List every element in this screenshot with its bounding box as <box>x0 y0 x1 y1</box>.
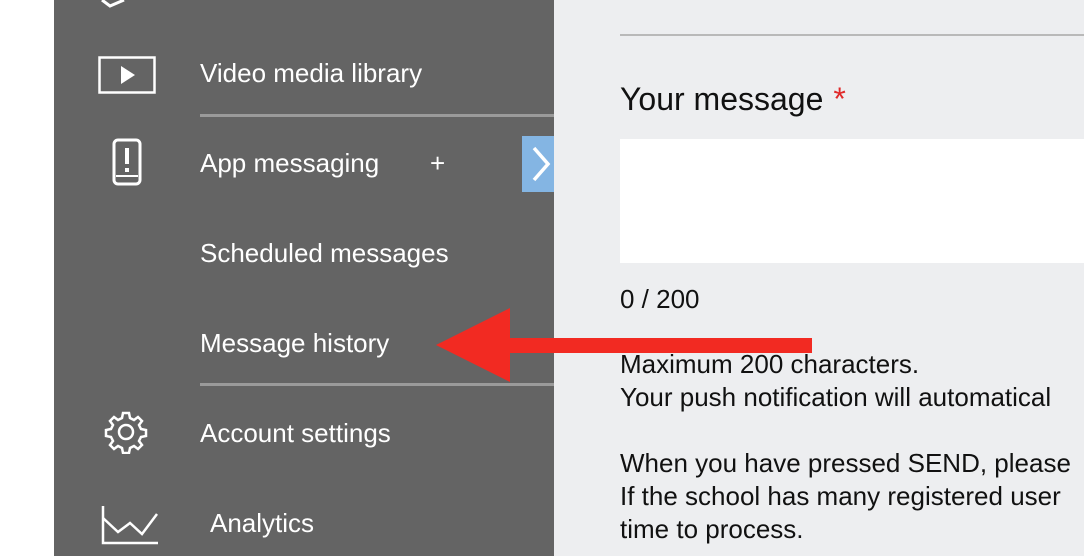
sidebar-item-label: App messaging <box>200 148 380 178</box>
sidebar-item-label: Account settings <box>200 418 391 448</box>
section-divider <box>620 34 1084 36</box>
expand-panel-button[interactable] <box>522 136 554 192</box>
video-play-icon <box>98 56 156 94</box>
sidebar-item-label: Scheduled messages <box>200 238 449 268</box>
sidebar-item-label: Message history <box>200 328 390 358</box>
message-textarea[interactable] <box>620 139 1084 263</box>
message-form-panel: Your message * 0 / 200 Maximum 200 charac… <box>554 0 1084 556</box>
line-chart-icon <box>101 506 158 545</box>
help-text-line: Your push notification will automatical <box>620 382 1052 412</box>
chevron-right-icon <box>532 146 551 182</box>
character-counter: 0 / 200 <box>620 284 700 314</box>
help-text-line: If the school has many registered user <box>620 481 1061 511</box>
cutoff-icon <box>101 0 125 8</box>
help-text-line: Maximum 200 characters. <box>620 349 920 379</box>
phone-alert-icon <box>112 138 142 186</box>
expand-plus-icon[interactable]: + <box>430 148 445 178</box>
sidebar: Video media library App messaging + Sche… <box>54 0 554 556</box>
gear-icon <box>104 411 148 454</box>
message-field-label: Your message * <box>620 81 846 117</box>
sidebar-divider <box>200 383 554 386</box>
help-text-line: time to process. <box>620 514 804 544</box>
help-text-line: When you have pressed SEND, please <box>620 448 1071 478</box>
sidebar-item-label: Analytics <box>210 508 315 538</box>
page-margin <box>0 0 54 556</box>
required-marker: * <box>833 81 846 117</box>
sidebar-item-label: Video media library <box>200 58 423 88</box>
sidebar-divider <box>200 114 554 117</box>
